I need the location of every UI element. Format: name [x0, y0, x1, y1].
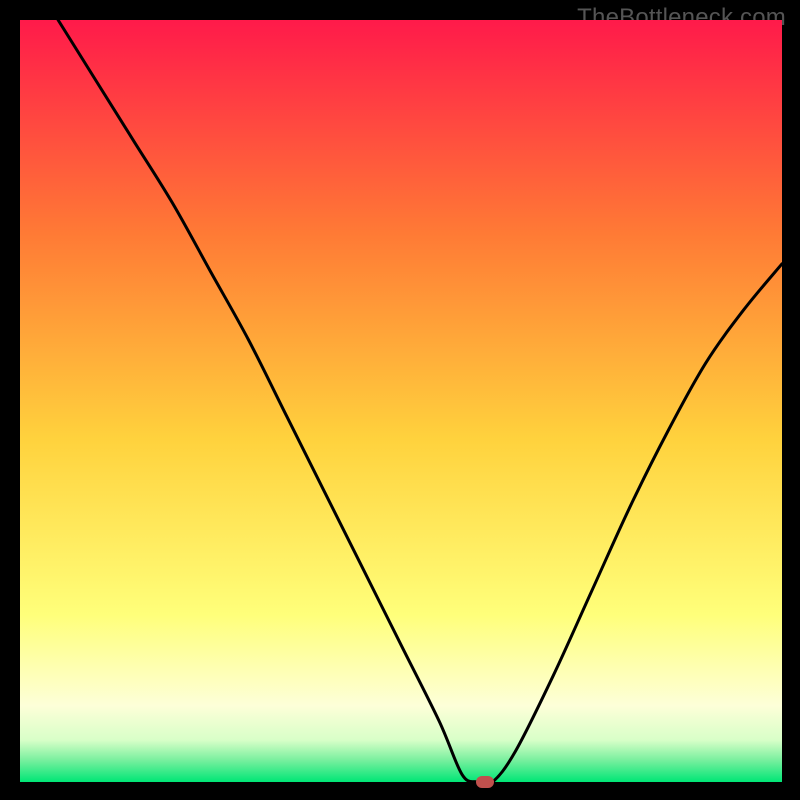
- curve-layer: [20, 20, 782, 782]
- bottleneck-curve: [58, 20, 782, 782]
- plot-area: [20, 20, 782, 782]
- chart-frame: TheBottleneck.com: [0, 0, 800, 800]
- optimum-marker: [476, 776, 494, 788]
